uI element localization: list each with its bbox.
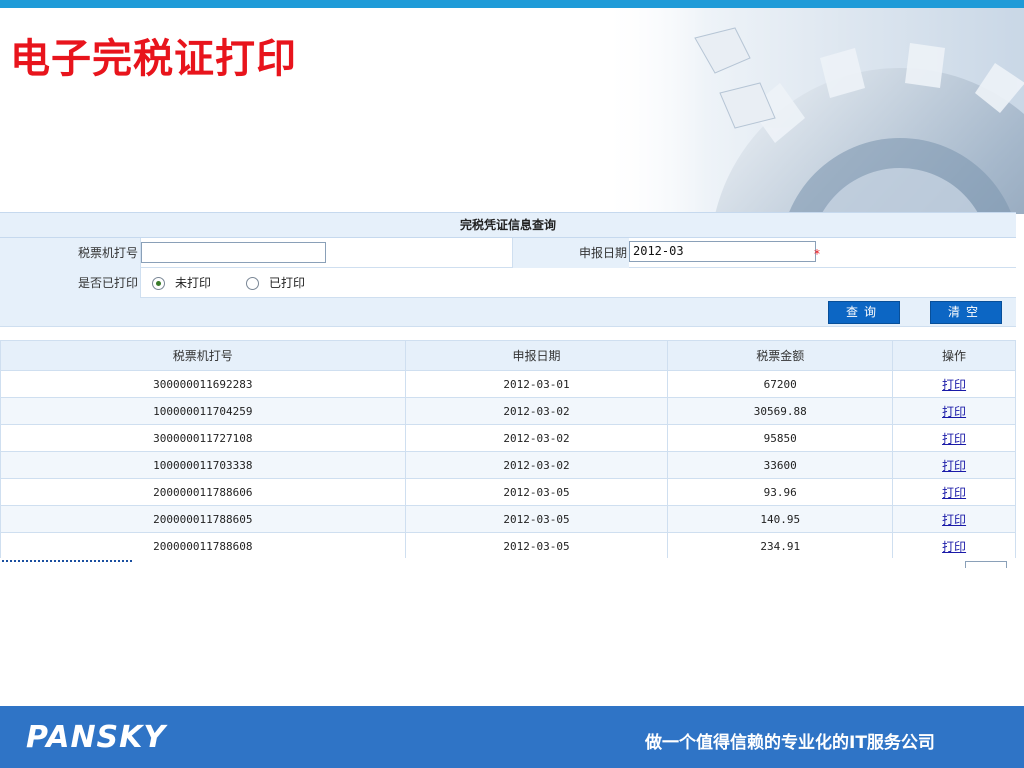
radio-unprinted-label: 未打印	[175, 276, 212, 290]
print-link[interactable]: 打印	[942, 513, 966, 527]
radio-checked-icon[interactable]	[152, 276, 165, 290]
cell-tax-no: 100000011704259	[0, 397, 406, 425]
col-header-action: 操作	[892, 340, 1016, 371]
tax-machine-no-input[interactable]	[141, 242, 326, 263]
cell-action: 打印	[892, 451, 1016, 479]
cell-action: 打印	[892, 424, 1016, 452]
query-button[interactable]: 查询	[828, 301, 900, 324]
query-panel: 完税凭证信息查询 税票机打号 申报日期 2012-03 * 是否已打印 未打印 …	[0, 212, 1016, 327]
results-table: 税票机打号 申报日期 税票金额 操作 300000011692283 2012-…	[0, 340, 1016, 560]
print-link[interactable]: 打印	[942, 486, 966, 500]
page-title: 电子完税证打印	[10, 36, 297, 82]
cell-date: 2012-03-05	[404, 532, 669, 560]
radio-printed[interactable]: 已打印	[246, 268, 305, 298]
declare-date-input[interactable]: 2012-03	[629, 241, 816, 262]
query-row-1: 税票机打号 申报日期 2012-03 *	[0, 238, 1016, 268]
table-row: 300000011692283 2012-03-01 67200 打印	[0, 370, 1016, 398]
top-accent-bar	[0, 0, 1024, 8]
cell-tax-no: 300000011692283	[0, 370, 406, 398]
tax-machine-no-label: 税票机打号	[0, 238, 141, 268]
pager-info-cut-off	[2, 560, 132, 566]
cell-action: 打印	[892, 370, 1016, 398]
query-row-2: 是否已打印 未打印 已打印	[0, 268, 1016, 298]
required-mark: *	[814, 247, 820, 261]
print-link[interactable]: 打印	[942, 378, 966, 392]
cell-date: 2012-03-01	[404, 370, 669, 398]
cell-action: 打印	[892, 397, 1016, 425]
table-row: 100000011704259 2012-03-02 30569.88 打印	[0, 397, 1016, 425]
table-row: 300000011727108 2012-03-02 95850 打印	[0, 424, 1016, 452]
table-row: 200000011788605 2012-03-05 140.95 打印	[0, 505, 1016, 533]
print-link[interactable]: 打印	[942, 459, 966, 473]
cell-amount: 30569.88	[667, 397, 894, 425]
cell-tax-no: 100000011703338	[0, 451, 406, 479]
table-header-row: 税票机打号 申报日期 税票金额 操作	[0, 340, 1016, 371]
footer-slogan: 做一个值得信赖的专业化的IT服务公司	[645, 733, 935, 753]
query-actions-row: 查询 清空	[0, 298, 1016, 327]
table-row: 100000011703338 2012-03-02 33600 打印	[0, 451, 1016, 479]
cell-amount: 93.96	[667, 478, 894, 506]
table-row: 200000011788608 2012-03-05 234.91 打印	[0, 532, 1016, 560]
cell-tax-no: 200000011788605	[0, 505, 406, 533]
radio-unprinted[interactable]: 未打印	[152, 268, 211, 298]
cell-action: 打印	[892, 505, 1016, 533]
cell-action: 打印	[892, 478, 1016, 506]
declare-date-label: 申报日期	[512, 238, 629, 268]
gear-banner-image	[600, 8, 1024, 214]
cell-tax-no: 200000011788608	[0, 532, 406, 560]
cell-date: 2012-03-02	[404, 424, 669, 452]
clear-button[interactable]: 清空	[930, 301, 1002, 324]
col-header-date: 申报日期	[404, 340, 669, 371]
cell-amount: 95850	[667, 424, 894, 452]
gear-icon	[600, 8, 1024, 214]
radio-printed-label: 已打印	[269, 276, 306, 290]
footer-bar: PANSKY 做一个值得信赖的专业化的IT服务公司	[0, 706, 1024, 768]
page-number-input[interactable]	[965, 561, 1007, 568]
cell-amount: 33600	[667, 451, 894, 479]
cell-amount: 67200	[667, 370, 894, 398]
printed-status-label: 是否已打印	[0, 268, 141, 298]
print-link[interactable]: 打印	[942, 432, 966, 446]
cell-amount: 140.95	[667, 505, 894, 533]
cell-date: 2012-03-02	[404, 451, 669, 479]
pager-strip	[0, 558, 1016, 568]
cell-date: 2012-03-02	[404, 397, 669, 425]
query-panel-header: 完税凭证信息查询	[0, 212, 1016, 238]
cell-tax-no: 200000011788606	[0, 478, 406, 506]
print-link[interactable]: 打印	[942, 540, 966, 554]
pansky-logo: PANSKY	[26, 720, 167, 755]
cell-action: 打印	[892, 532, 1016, 560]
cell-date: 2012-03-05	[404, 505, 669, 533]
cell-tax-no: 300000011727108	[0, 424, 406, 452]
cell-date: 2012-03-05	[404, 478, 669, 506]
cell-amount: 234.91	[667, 532, 894, 560]
col-header-amount: 税票金额	[667, 340, 894, 371]
print-link[interactable]: 打印	[942, 405, 966, 419]
table-row: 200000011788606 2012-03-05 93.96 打印	[0, 478, 1016, 506]
col-header-tax-no: 税票机打号	[0, 340, 406, 371]
radio-unchecked-icon[interactable]	[246, 276, 259, 290]
